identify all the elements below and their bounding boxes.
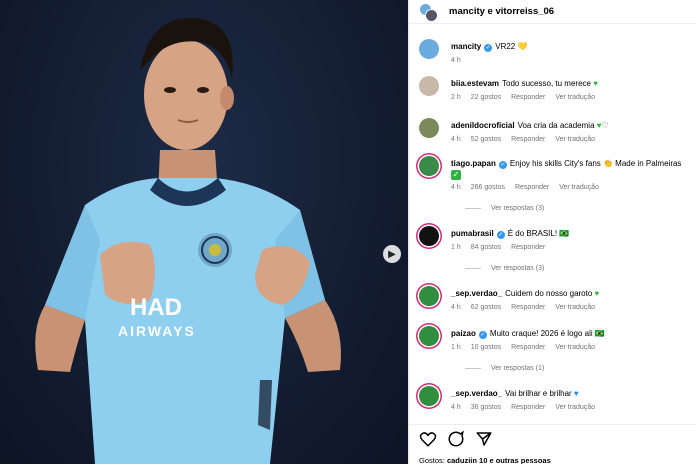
avatar[interactable] (419, 386, 439, 406)
reply-button[interactable]: Responder (515, 184, 549, 191)
timestamp: 4 h (451, 184, 461, 191)
comments-panel: mancity e vitorreiss_06 mancity ✓ VR22 💛 4… (408, 0, 696, 464)
view-replies-button[interactable]: Ver respostas (3) (465, 265, 544, 272)
likes-summary[interactable]: Gostos: caduziin 10 e outras pessoas (419, 456, 551, 464)
likes-count[interactable]: 52 gostos (471, 136, 501, 143)
blue-heart-icon: ♥ (573, 389, 579, 398)
reply-button[interactable]: Responder (511, 94, 545, 101)
comment-text: Voa cria da academia (517, 121, 595, 130)
likes-count[interactable]: 10 gostos (471, 344, 501, 351)
timestamp: 4 h (451, 57, 461, 64)
username[interactable]: tiago.papan (451, 159, 496, 168)
avatar[interactable] (419, 76, 439, 96)
avatar[interactable] (419, 156, 439, 176)
share-icon[interactable] (475, 430, 493, 448)
comment-text: É do BRASIL! 🇧🇷 (507, 229, 570, 238)
translate-button[interactable]: Ver tradução (555, 344, 595, 351)
player-illustration: HAD AIRWAYS (35, 17, 341, 464)
comment-text: Vai brilhar e brilhar (505, 389, 572, 398)
comment-text: Todo sucesso, tu merece (502, 79, 591, 88)
timestamp: 1 h (451, 244, 461, 251)
likes-count[interactable]: 62 gostos (471, 304, 501, 311)
view-replies-button[interactable]: Ver respostas (3) (465, 205, 544, 212)
green-heart-icon: ♥ (594, 289, 600, 298)
translate-button[interactable]: Ver tradução (555, 304, 595, 311)
view-replies-button[interactable]: Ver respostas (1) (465, 365, 544, 372)
like-heart-icon[interactable] (419, 430, 437, 448)
translate-button[interactable]: Ver tradução (555, 136, 595, 143)
jersey-sponsor-line1: HAD (130, 294, 182, 321)
reply-button[interactable]: Responder (511, 344, 545, 351)
timestamp: 4 h (451, 304, 461, 311)
reply-button[interactable]: Responder (511, 404, 545, 411)
translate-button[interactable]: Ver tradução (559, 184, 599, 191)
post-authors[interactable]: mancity e vitorreiss_06 (449, 6, 554, 17)
white-heart-icon: ♡ (601, 121, 609, 130)
timestamp: 4 h (451, 136, 461, 143)
post-photo: HAD AIRWAYS ▶ (0, 0, 408, 464)
comment-text: Enjoy his skills City's fans 👏 Made in P… (509, 159, 682, 168)
likes-count[interactable]: 84 gostos (471, 244, 501, 251)
next-image-button[interactable]: ▶ (383, 245, 401, 263)
avatar[interactable] (419, 226, 439, 246)
username[interactable]: _sep.verdao_ (451, 289, 502, 298)
translate-button[interactable]: Ver tradução (555, 94, 595, 101)
avatar[interactable] (419, 326, 439, 346)
verified-icon: ✓ (478, 331, 487, 339)
username[interactable]: _sep.verdao_ (451, 389, 502, 398)
likes-count[interactable]: 36 gostos (471, 404, 501, 411)
check-mark-icon: ✓ (451, 170, 461, 180)
translate-button[interactable]: Ver tradução (555, 404, 595, 411)
verified-icon: ✓ (496, 231, 505, 239)
avatar[interactable] (419, 118, 439, 138)
caption-text: VR22 💛 (495, 42, 528, 51)
likes-count[interactable]: 22 gostos (471, 94, 501, 101)
timestamp: 4 h (451, 404, 461, 411)
verified-icon: ✓ (498, 161, 507, 169)
comment-text: Cuidem do nosso garoto (505, 289, 593, 298)
reply-button[interactable]: Responder (511, 304, 545, 311)
username[interactable]: mancity (451, 42, 481, 51)
username[interactable]: adenildocroficial (451, 121, 515, 130)
reply-button[interactable]: Responder (511, 136, 545, 143)
comment-icon[interactable] (447, 429, 465, 448)
post-actions (409, 424, 696, 452)
username[interactable]: paizao (451, 329, 476, 338)
collab-avatars[interactable] (419, 2, 438, 22)
username[interactable]: biia.estevam (451, 79, 499, 88)
avatar[interactable] (419, 286, 439, 306)
timestamp: 2 h (451, 94, 461, 101)
jersey-sponsor-line2: AIRWAYS (118, 323, 196, 339)
username[interactable]: pumabrasil (451, 229, 494, 238)
verified-icon: ✓ (484, 44, 493, 52)
green-heart-icon: ♥ (593, 79, 598, 88)
likes-count[interactable]: 266 gostos (471, 184, 505, 191)
comment-text: Muito craque! 2026 é logo ali 🇧🇷 (489, 329, 605, 338)
timestamp: 1 h (451, 344, 461, 351)
avatar[interactable] (419, 39, 439, 59)
post-header: mancity e vitorreiss_06 (409, 0, 696, 24)
reply-button[interactable]: Responder (511, 244, 545, 251)
